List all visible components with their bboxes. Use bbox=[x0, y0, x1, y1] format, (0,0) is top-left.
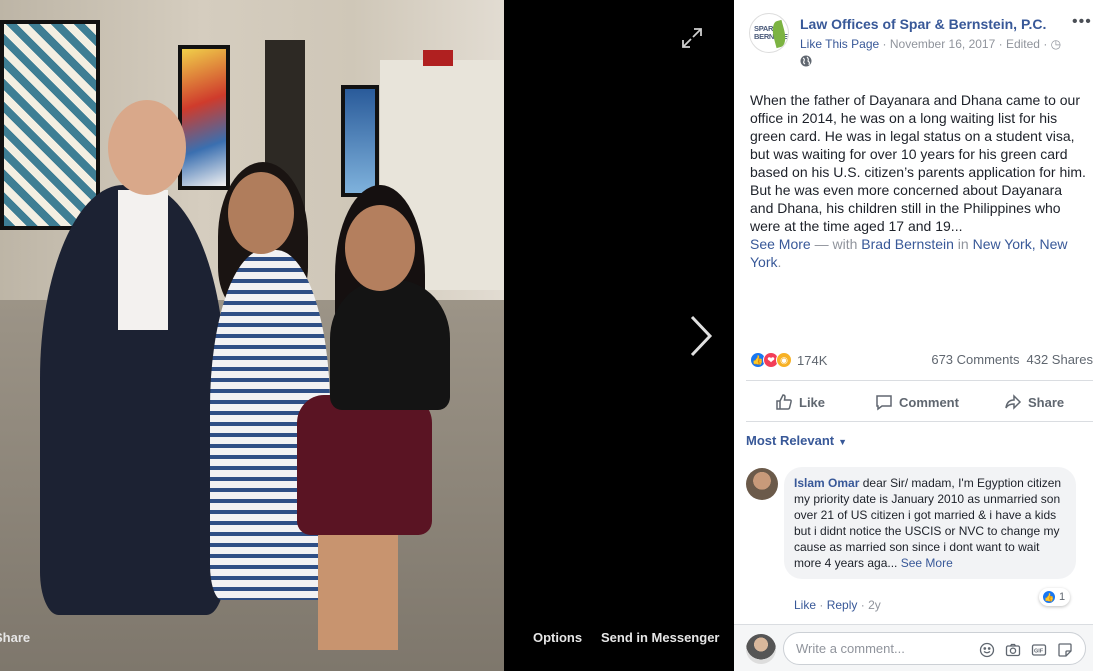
comment-sort-label: Most Relevant bbox=[746, 433, 835, 448]
comment-age[interactable]: 2y bbox=[868, 598, 881, 612]
comment-icon bbox=[876, 395, 892, 411]
emoji-icon[interactable] bbox=[979, 642, 995, 658]
more-options-icon[interactable]: ••• bbox=[1072, 13, 1092, 31]
gif-icon[interactable]: GIF bbox=[1031, 642, 1047, 658]
engagement-counts: 673 Comments 432 Shares bbox=[931, 352, 1093, 367]
comment-button-label: Comment bbox=[899, 394, 959, 410]
wow-reaction-icon: ◉ bbox=[776, 352, 792, 368]
comment-actions-dot: · bbox=[860, 598, 869, 612]
like-page-link[interactable]: Like This Page bbox=[800, 37, 879, 51]
reaction-count: 174K bbox=[797, 352, 828, 368]
share-button[interactable]: Share bbox=[1004, 393, 1064, 411]
like-reaction-icon: 👍 bbox=[1042, 590, 1056, 604]
meta-dot: · bbox=[998, 37, 1006, 51]
comment-input[interactable]: Write a comment... GIF bbox=[783, 632, 1086, 665]
post-date[interactable]: November 16, 2017 bbox=[890, 37, 995, 51]
comment-like-link[interactable]: Like bbox=[794, 598, 816, 612]
options-link[interactable]: Options bbox=[533, 630, 582, 645]
shares-count-link[interactable]: 432 Shares bbox=[1027, 352, 1093, 367]
page-logo[interactable]: SPAR BERNSTEIN bbox=[749, 13, 789, 53]
photo-man-shirt bbox=[118, 190, 168, 330]
commenter-avatar[interactable] bbox=[746, 468, 778, 500]
in-label: in bbox=[957, 236, 969, 252]
post-meta: Like This Page · November 16, 2017 · Edi… bbox=[800, 37, 1061, 51]
thumbs-up-icon bbox=[776, 394, 792, 410]
post-panel: SPAR BERNSTEIN Law Offices of Spar & Ber… bbox=[734, 0, 1093, 671]
comment-like-count: 1 bbox=[1059, 591, 1066, 603]
photo-woman2-skirt bbox=[297, 395, 432, 535]
globe-icon[interactable] bbox=[800, 55, 812, 67]
comment-sort-dropdown[interactable]: Most Relevant ▼ bbox=[746, 433, 847, 448]
reactions-summary[interactable]: 👍 ❤ ◉ 174K bbox=[750, 351, 827, 369]
location-period: . bbox=[777, 254, 782, 270]
comment-input-placeholder: Write a comment... bbox=[796, 641, 905, 656]
photo-woman2-head bbox=[345, 205, 415, 291]
share-button-label: Share bbox=[1028, 394, 1065, 410]
comment-see-more-link[interactable]: See More bbox=[901, 556, 953, 570]
see-more-link[interactable]: See More bbox=[750, 236, 811, 252]
comment-reply-link[interactable]: Reply bbox=[827, 598, 858, 612]
comment-actions: Like · Reply · 2y bbox=[794, 598, 881, 612]
caret-down-icon: ▼ bbox=[838, 437, 848, 447]
meta-dot: · bbox=[1043, 37, 1051, 51]
expand-icon[interactable] bbox=[681, 27, 703, 49]
photo-exit-sign bbox=[423, 50, 453, 66]
like-button-label: Like bbox=[799, 394, 826, 410]
like-button[interactable]: Like bbox=[775, 393, 825, 411]
comment-actions-dot: · bbox=[819, 598, 827, 612]
comment-bubble: Islam Omar dear Sir/ madam, I'm Egyption… bbox=[784, 467, 1076, 579]
comments-count-link[interactable]: 673 Comments bbox=[931, 352, 1019, 367]
photo-painting-1 bbox=[0, 20, 100, 230]
tagged-person-link[interactable]: Brad Bernstein bbox=[861, 236, 954, 252]
post-action-bar: Like Comment Share bbox=[746, 380, 1093, 422]
camera-icon[interactable] bbox=[1005, 642, 1021, 658]
photo-painting-3 bbox=[341, 85, 379, 197]
photo-man-head bbox=[108, 100, 186, 195]
next-photo-icon[interactable] bbox=[684, 313, 718, 359]
meta-dot: · bbox=[882, 37, 890, 51]
post-text: When the father of Dayanara and Dhana ca… bbox=[750, 91, 1087, 271]
post-body: When the father of Dayanara and Dhana ca… bbox=[750, 92, 1086, 234]
send-in-messenger-link[interactable]: Send in Messenger bbox=[601, 630, 719, 645]
comment-button[interactable]: Comment bbox=[875, 393, 959, 411]
page-name-link[interactable]: Law Offices of Spar & Bernstein, P.C. bbox=[800, 16, 1046, 32]
current-user-avatar bbox=[746, 634, 776, 664]
photo-painting-2 bbox=[178, 45, 230, 190]
edited-label[interactable]: Edited bbox=[1006, 37, 1040, 51]
viewer-share-link[interactable]: Share bbox=[0, 630, 30, 645]
share-arrow-icon bbox=[1005, 394, 1022, 410]
photo-woman2-top bbox=[330, 280, 450, 410]
write-comment-area: Write a comment... GIF bbox=[734, 624, 1093, 671]
comment-author-link[interactable]: Islam Omar bbox=[794, 476, 859, 490]
audience-clock-icon: ◷ bbox=[1050, 37, 1062, 51]
photo-woman2-legs bbox=[318, 520, 398, 650]
viewer-share-label: Share bbox=[0, 630, 31, 645]
photo-viewer: Share Options Send in Messenger bbox=[0, 0, 734, 671]
comment-input-tools: GIF bbox=[979, 642, 1073, 658]
svg-text:GIF: GIF bbox=[1034, 649, 1044, 655]
post-photo[interactable] bbox=[0, 0, 504, 671]
comment-reaction-badge[interactable]: 👍 1 bbox=[1039, 588, 1071, 606]
with-label: — with bbox=[814, 236, 858, 252]
photo-woman1-head bbox=[228, 172, 294, 254]
sticker-icon[interactable] bbox=[1057, 642, 1073, 658]
